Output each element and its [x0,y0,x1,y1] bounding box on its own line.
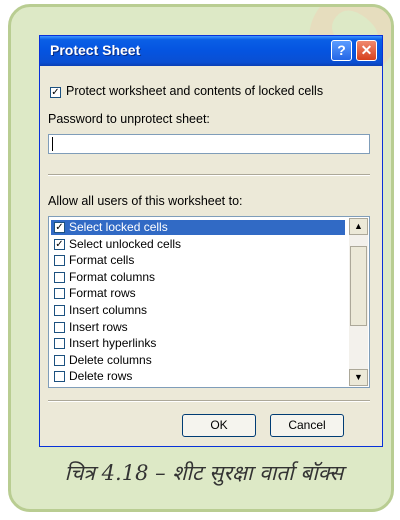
list-item[interactable]: ✓ Select unlocked cells [51,237,345,252]
permission-label: Format columns [69,269,156,284]
check-icon: ✓ [55,238,64,250]
permission-label: Insert rows [69,319,128,334]
permission-label: Select unlocked cells [69,236,182,251]
scroll-down-icon: ▼ [354,372,363,382]
check-icon: ✓ [51,87,60,98]
permission-checkbox[interactable] [54,305,65,316]
permission-label: Select locked cells [69,220,168,234]
list-item[interactable]: Insert hyperlinks [51,336,345,351]
permission-label: Format rows [69,286,136,301]
permissions-list[interactable]: ✓ Select locked cells ✓ Select unlocked cel… [48,216,370,388]
list-item[interactable]: Format cells [51,253,345,268]
title-bar[interactable]: Protect Sheet ? ✕ [40,36,382,66]
permission-checkbox[interactable] [54,271,65,283]
permission-label: Delete columns [69,352,152,367]
help-button[interactable]: ? [331,40,352,61]
permission-checkbox[interactable] [54,354,65,366]
permission-label: Format cells [69,253,135,268]
permission-checkbox[interactable] [54,338,65,350]
protect-sheet-dialog: Protect Sheet ? ✕ ✓ Protect worksheet an… [39,35,383,447]
list-item[interactable]: Format columns [51,270,345,285]
list-item[interactable]: Delete rows [51,369,345,384]
close-icon: ✕ [360,42,373,58]
list-item[interactable]: ✓ Select locked cells [51,220,345,235]
text-caret [52,137,53,151]
permission-label: Delete rows [69,369,133,384]
separator [48,400,370,402]
close-button[interactable]: ✕ [356,40,377,61]
vertical-scrollbar[interactable]: ▲ ▼ [349,218,368,386]
list-item[interactable]: Format rows [51,286,345,301]
list-item[interactable]: Insert columns [51,303,345,318]
scroll-up-button[interactable]: ▲ [349,218,368,235]
permission-checkbox[interactable] [54,255,65,267]
help-icon: ? [337,42,346,58]
dialog-title: Protect Sheet [50,42,141,58]
protect-worksheet-checkbox[interactable]: ✓ [50,87,61,98]
scroll-thumb[interactable] [350,246,367,326]
figure-caption: चित्र 4.18 – शीट सुरक्षा वार्ता बॉक्स [64,461,344,485]
permission-checkbox[interactable] [54,288,65,300]
list-item[interactable]: Insert rows [51,320,345,335]
scroll-up-icon: ▲ [354,221,363,231]
permission-checkbox[interactable]: ✓ [54,222,65,233]
permission-checkbox[interactable] [54,321,65,333]
list-item[interactable]: Delete columns [51,353,345,368]
check-icon: ✓ [55,222,64,233]
separator [48,174,370,176]
permission-checkbox[interactable]: ✓ [54,238,65,250]
password-label: Password to unprotect sheet: [48,112,210,126]
figure-frame: not to Protect Sheet ? ✕ ✓ Protect works… [8,4,394,512]
scroll-down-button[interactable]: ▼ [349,369,368,386]
protect-worksheet-label: Protect worksheet and contents of locked… [66,84,324,98]
allow-users-label: Allow all users of this worksheet to: [48,194,243,208]
permission-label: Insert hyperlinks [69,336,157,351]
password-input[interactable] [48,134,370,154]
permission-label: Insert columns [69,303,148,317]
cancel-button[interactable]: Cancel [270,414,344,437]
permission-checkbox[interactable] [54,371,65,383]
ok-button[interactable]: OK [182,414,256,437]
